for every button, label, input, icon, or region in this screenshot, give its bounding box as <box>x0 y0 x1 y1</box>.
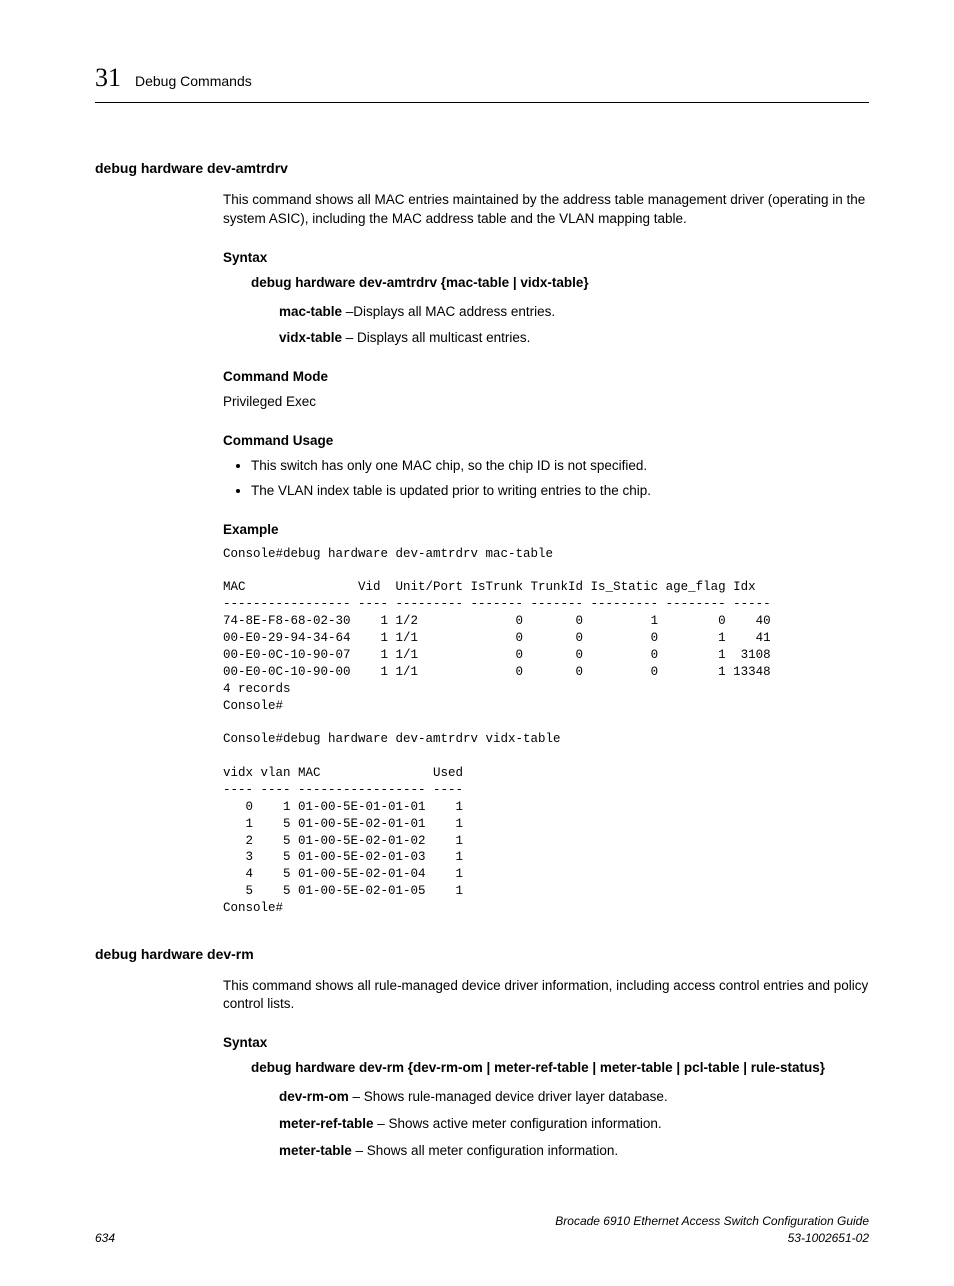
footer-doc-title: Brocade 6910 Ethernet Access Switch Conf… <box>555 1213 869 1230</box>
footer-doc-info: Brocade 6910 Ethernet Access Switch Conf… <box>555 1213 869 1247</box>
syntax-text: debug hardware dev-rm {dev-rm-om | meter… <box>251 1059 869 1078</box>
command-description: This command shows all MAC entries maint… <box>223 191 869 229</box>
chapter-title: Debug Commands <box>135 72 252 92</box>
command-mode-heading: Command Mode <box>223 368 869 387</box>
syntax-param: meter-ref-table – Shows active meter con… <box>279 1115 869 1134</box>
param-rest: – Shows all meter configuration informat… <box>352 1143 618 1158</box>
chapter-number: 31 <box>95 60 121 96</box>
usage-list: This switch has only one MAC chip, so th… <box>223 457 869 501</box>
syntax-heading: Syntax <box>223 1034 869 1053</box>
command-name-devrm: debug hardware dev-rm <box>95 945 869 965</box>
param-rest: –Displays all MAC address entries. <box>342 304 555 319</box>
section-body-amtrdrv: This command shows all MAC entries maint… <box>223 191 869 917</box>
section-body-devrm: This command shows all rule-managed devi… <box>223 977 869 1161</box>
param-rest: – Shows active meter configuration infor… <box>374 1116 662 1131</box>
page-number: 634 <box>95 1230 115 1247</box>
usage-item: The VLAN index table is updated prior to… <box>251 482 869 501</box>
param-bold: dev-rm-om <box>279 1089 349 1104</box>
page-header: 31 Debug Commands <box>95 60 869 103</box>
param-bold: meter-table <box>279 1143 352 1158</box>
param-rest: – Displays all multicast entries. <box>342 330 530 345</box>
param-bold: meter-ref-table <box>279 1116 374 1131</box>
command-mode-text: Privileged Exec <box>223 393 869 412</box>
param-rest: – Shows rule-managed device driver layer… <box>349 1089 668 1104</box>
command-name-amtrdrv: debug hardware dev-amtrdrv <box>95 159 869 179</box>
command-usage-heading: Command Usage <box>223 432 869 451</box>
syntax-param: meter-table – Shows all meter configurat… <box>279 1142 869 1161</box>
syntax-param: vidx-table – Displays all multicast entr… <box>279 329 869 348</box>
syntax-text: debug hardware dev-amtrdrv {mac-table | … <box>251 274 869 293</box>
footer-doc-id: 53-1002651-02 <box>555 1230 869 1247</box>
page-footer: 634 Brocade 6910 Ethernet Access Switch … <box>95 1213 869 1247</box>
example-console-output: Console#debug hardware dev-amtrdrv mac-t… <box>223 546 869 917</box>
syntax-param: mac-table –Displays all MAC address entr… <box>279 303 869 322</box>
syntax-heading: Syntax <box>223 249 869 268</box>
command-description: This command shows all rule-managed devi… <box>223 977 869 1015</box>
param-bold: vidx-table <box>279 330 342 345</box>
param-bold: mac-table <box>279 304 342 319</box>
usage-item: This switch has only one MAC chip, so th… <box>251 457 869 476</box>
example-heading: Example <box>223 521 869 540</box>
syntax-param: dev-rm-om – Shows rule-managed device dr… <box>279 1088 869 1107</box>
